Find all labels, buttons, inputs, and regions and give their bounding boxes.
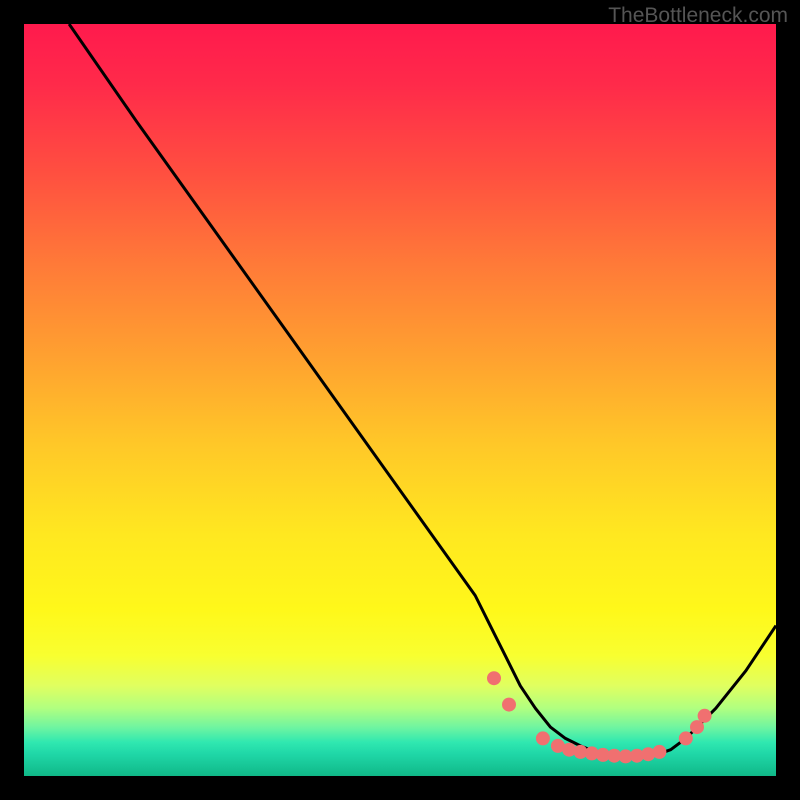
chart-marker-dot — [698, 709, 712, 723]
chart-marker-dot — [536, 731, 550, 745]
chart-marker-dot — [652, 745, 666, 759]
chart-marker-dot — [679, 731, 693, 745]
chart-plot-area — [24, 24, 776, 776]
chart-marker-dot — [502, 698, 516, 712]
watermark-text: TheBottleneck.com — [608, 4, 788, 28]
chart-line-series — [69, 24, 776, 756]
chart-marker-dot — [487, 671, 501, 685]
chart-curve-path — [69, 24, 776, 756]
chart-svg — [24, 24, 776, 776]
